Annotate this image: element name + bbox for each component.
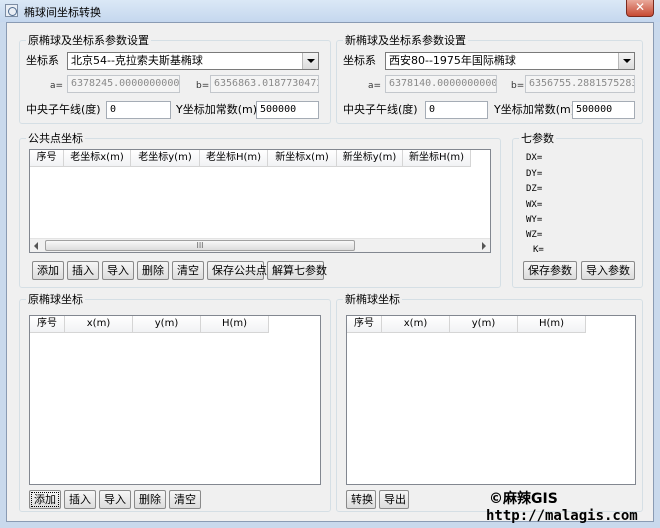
old-coords-table[interactable]: 序号 x(m) y(m) H(m) (29, 315, 321, 485)
param-k-label: K= (533, 245, 544, 255)
import-params-button[interactable]: 导入参数 (581, 261, 635, 280)
target-b-label: b= (511, 81, 525, 91)
common-points-table[interactable]: 序号 老坐标x(m) 老坐标y(m) 老坐标H(m) 新坐标x(m) 新坐标y(… (29, 149, 491, 253)
app-icon (5, 4, 18, 17)
main-window: 原椭球及坐标系参数设置 坐标系 北京54--克拉索夫斯基椭球 a= 637824… (6, 22, 654, 522)
column-header[interactable]: y(m) (133, 316, 201, 332)
column-header[interactable]: 新坐标x(m) (268, 150, 337, 166)
target-meridian-label: 中央子午线(度) (343, 103, 418, 116)
close-button[interactable]: ✕ (626, 0, 654, 17)
old-delete-button[interactable]: 删除 (134, 490, 166, 509)
column-header[interactable]: H(m) (201, 316, 269, 332)
old-clear-button[interactable]: 清空 (169, 490, 201, 509)
title-bar: 椭球间坐标转换 ✕ (0, 0, 660, 22)
target-yconst-field[interactable]: 500000 (572, 101, 635, 119)
export-button[interactable]: 导出 (379, 490, 409, 509)
param-dx-label: DX= (526, 153, 543, 163)
param-dy-label: DY= (526, 169, 543, 179)
column-header[interactable]: 新坐标y(m) (337, 150, 403, 166)
old-coords-header: 序号 x(m) y(m) H(m) (30, 316, 269, 333)
old-insert-button[interactable]: 插入 (64, 490, 96, 509)
source-meridian-field[interactable]: 0 (106, 101, 171, 119)
new-coords-legend: 新椭球坐标 (343, 293, 402, 306)
brand-watermark: ©麻辣GIS (489, 491, 558, 507)
target-coord-value: 西安80--1975年国际椭球 (389, 54, 516, 67)
old-coords-legend: 原椭球坐标 (26, 293, 85, 306)
common-points-group: 公共点坐标 序号 老坐标x(m) 老坐标y(m) 老坐标H(m) 新坐标x(m)… (19, 132, 501, 288)
source-a-label: a= (50, 81, 64, 91)
target-meridian-field[interactable]: 0 (425, 101, 488, 119)
column-header[interactable]: 老坐标y(m) (131, 150, 200, 166)
column-header[interactable]: 序号 (30, 150, 64, 166)
common-delete-button[interactable]: 删除 (137, 261, 169, 280)
new-coords-header: 序号 x(m) y(m) H(m) (347, 316, 586, 333)
scroll-left-icon[interactable] (34, 242, 38, 250)
old-coords-group: 原椭球坐标 序号 x(m) y(m) H(m) 添加 插入 导入 删除 清空 (19, 293, 331, 512)
chevron-down-icon[interactable] (302, 53, 318, 69)
column-header[interactable]: x(m) (382, 316, 450, 332)
param-wx-label: WX= (526, 200, 543, 210)
seven-params-legend: 七参数 (519, 132, 556, 145)
new-coords-group: 新椭球坐标 序号 x(m) y(m) H(m) 转换 导出 (336, 293, 643, 512)
param-wy-label: WY= (526, 215, 543, 225)
chevron-down-icon[interactable] (618, 53, 634, 69)
target-params-group: 新椭球及坐标系参数设置 坐标系 西安80--1975年国际椭球 a= 63781… (336, 34, 643, 124)
old-add-button[interactable]: 添加 (29, 490, 61, 509)
target-a-label: a= (368, 81, 382, 91)
url-watermark: http://malagis.com (486, 508, 638, 524)
target-coord-label: 坐标系 (343, 54, 376, 67)
seven-params-group: 七参数 DX= DY= DZ= WX= WY= WZ= K= 保存参数 导入参数 (512, 132, 643, 288)
source-b-label: b= (196, 81, 210, 91)
common-insert-button[interactable]: 插入 (67, 261, 99, 280)
scroll-right-icon[interactable] (482, 242, 486, 250)
column-header[interactable]: 老坐标x(m) (64, 150, 131, 166)
window-title: 椭球间坐标转换 (24, 6, 101, 19)
source-params-legend: 原椭球及坐标系参数设置 (26, 34, 151, 47)
source-params-group: 原椭球及坐标系参数设置 坐标系 北京54--克拉索夫斯基椭球 a= 637824… (19, 34, 331, 124)
column-header[interactable]: 新坐标H(m) (403, 150, 471, 166)
source-coord-value: 北京54--克拉索夫斯基椭球 (71, 54, 203, 67)
solve-seven-params-button[interactable]: 解算七参数 (267, 261, 327, 280)
common-points-legend: 公共点坐标 (26, 132, 85, 145)
column-header[interactable]: 老坐标H(m) (200, 150, 268, 166)
column-header[interactable]: 序号 (347, 316, 382, 332)
param-wz-label: WZ= (526, 230, 543, 240)
column-header[interactable]: H(m) (518, 316, 586, 332)
source-a-field[interactable]: 6378245.0000000000 (67, 75, 180, 93)
common-clear-button[interactable]: 清空 (172, 261, 204, 280)
target-b-field[interactable]: 6356755.2881575283 (525, 75, 635, 93)
horizontal-scrollbar[interactable]: III (30, 238, 490, 252)
source-yconst-field[interactable]: 500000 (256, 101, 319, 119)
column-header[interactable]: 序号 (30, 316, 65, 332)
source-yconst-label: Y坐标加常数(m) (176, 103, 258, 116)
common-import-button[interactable]: 导入 (102, 261, 134, 280)
common-add-button[interactable]: 添加 (32, 261, 64, 280)
source-meridian-label: 中央子午线(度) (26, 103, 101, 116)
target-a-field[interactable]: 6378140.0000000000 (385, 75, 497, 93)
target-coord-select[interactable]: 西安80--1975年国际椭球 (385, 52, 635, 70)
common-points-header: 序号 老坐标x(m) 老坐标y(m) 老坐标H(m) 新坐标x(m) 新坐标y(… (30, 150, 471, 167)
param-dz-label: DZ= (526, 184, 543, 194)
scroll-thumb[interactable]: III (45, 240, 355, 251)
target-yconst-label: Y坐标加常数(m) (494, 103, 576, 116)
save-common-points-button[interactable]: 保存公共点 (207, 261, 267, 280)
column-header[interactable]: y(m) (450, 316, 518, 332)
old-import-button[interactable]: 导入 (99, 490, 131, 509)
source-b-field[interactable]: 6356863.0187730473 (210, 75, 319, 93)
convert-button[interactable]: 转换 (346, 490, 376, 509)
source-coord-select[interactable]: 北京54--克拉索夫斯基椭球 (67, 52, 319, 70)
save-params-button[interactable]: 保存参数 (523, 261, 577, 280)
target-params-legend: 新椭球及坐标系参数设置 (343, 34, 468, 47)
source-coord-label: 坐标系 (26, 54, 59, 67)
new-coords-table[interactable]: 序号 x(m) y(m) H(m) (346, 315, 636, 485)
column-header[interactable]: x(m) (65, 316, 133, 332)
